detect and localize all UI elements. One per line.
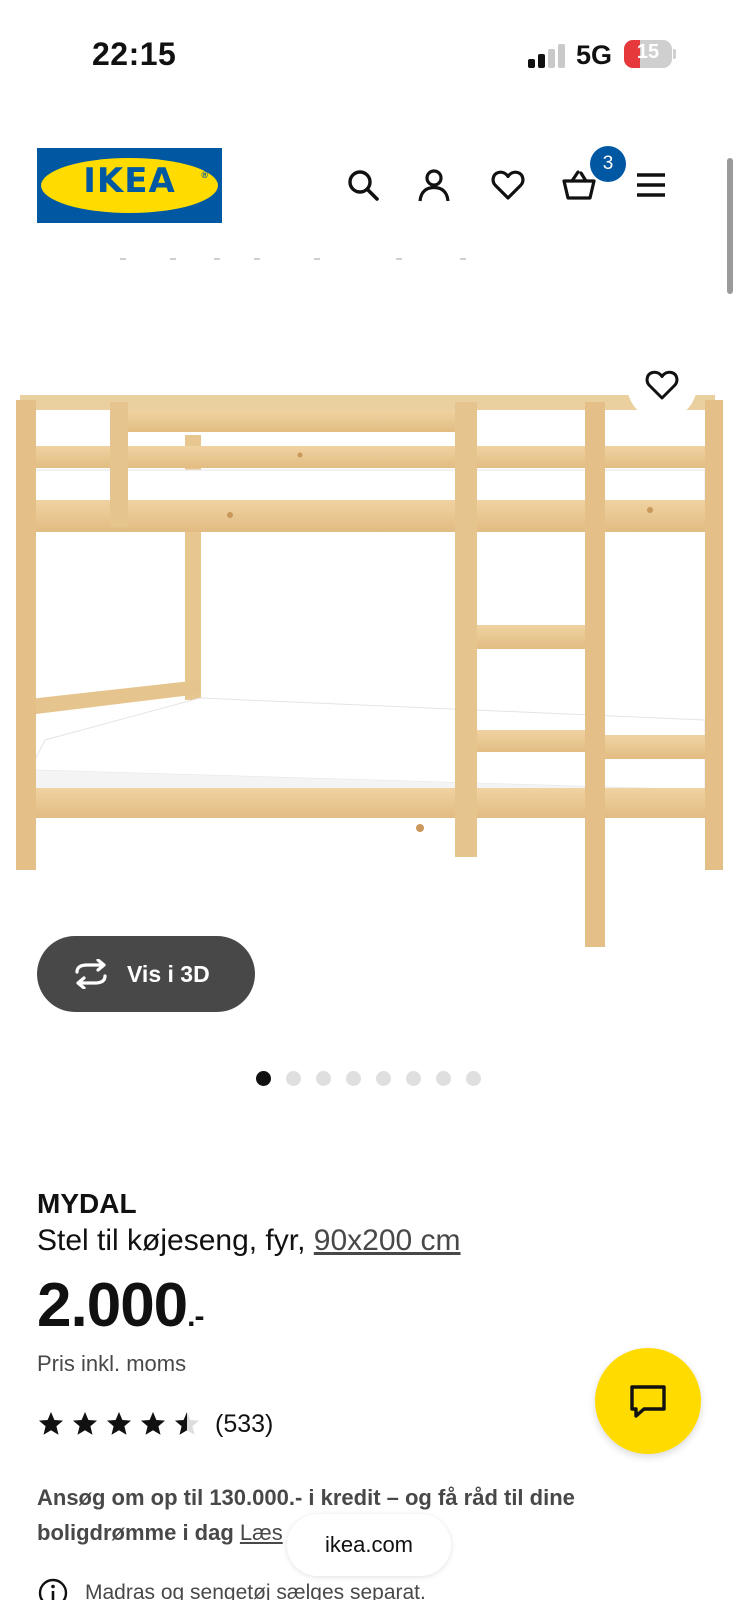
star-icon	[73, 1412, 97, 1435]
view-in-3d-button[interactable]: Vis i 3D	[37, 936, 255, 1012]
pagination-dot[interactable]	[346, 1071, 361, 1086]
star-icon	[107, 1412, 131, 1435]
logo-text: IKEA	[83, 161, 176, 201]
price-note: Pris inkl. moms	[37, 1351, 187, 1376]
chat-icon	[630, 1385, 666, 1418]
credit-read-more-link[interactable]: Læs	[240, 1520, 283, 1545]
account-icon[interactable]	[411, 162, 457, 208]
save-to-favourites-button[interactable]	[627, 350, 697, 420]
ikea-logo[interactable]: IKEA ®	[37, 148, 222, 223]
star-icon	[141, 1412, 165, 1435]
product-type: Stel til køjeseng, fyr,	[37, 1224, 314, 1257]
signal-icon	[528, 42, 568, 68]
pagination-dot[interactable]	[256, 1071, 271, 1086]
separate-sale-notice: Madras og sengetøj sælges separat.	[37, 1578, 426, 1600]
status-time: 22:15	[92, 36, 177, 72]
network-label: 5G	[576, 40, 613, 70]
status-bar: 22:15 5G 15	[0, 0, 738, 110]
pagination-dot[interactable]	[376, 1071, 391, 1086]
product-name: MYDAL	[37, 1188, 137, 1219]
battery-level: 15	[636, 41, 660, 63]
pagination-dot[interactable]	[466, 1071, 481, 1086]
pagination-dot[interactable]	[406, 1071, 421, 1086]
search-icon[interactable]	[340, 162, 386, 208]
chat-button[interactable]	[595, 1348, 701, 1454]
star-icon	[175, 1412, 199, 1435]
product-size-link[interactable]: 90x200 cm	[314, 1224, 461, 1257]
heart-icon	[645, 370, 679, 400]
logo-registered-mark: ®	[201, 170, 208, 180]
product-price: 2.000.-	[37, 1270, 205, 1341]
pagination-dot[interactable]	[436, 1071, 451, 1086]
info-icon	[38, 1578, 68, 1600]
cart-count-badge: 3	[590, 146, 626, 182]
battery-cap	[673, 49, 676, 59]
price-suffix: .-	[187, 1300, 204, 1333]
favourites-icon[interactable]	[485, 162, 531, 208]
rotate-3d-icon	[75, 959, 107, 989]
view-in-3d-label: Vis i 3D	[127, 960, 210, 987]
menu-icon[interactable]	[628, 162, 674, 208]
page-scrollbar[interactable]	[727, 158, 733, 294]
pagination-dot[interactable]	[286, 1071, 301, 1086]
price-value: 2.000	[37, 1271, 188, 1340]
battery-icon: 15	[624, 40, 672, 68]
separate-sale-text: Madras og sengetøj sælges separat.	[85, 1581, 426, 1600]
product-description: Stel til køjeseng, fyr, 90x200 cm	[37, 1224, 461, 1258]
browser-address-bar[interactable]: ikea.com	[287, 1514, 451, 1576]
pagination-dot[interactable]	[316, 1071, 331, 1086]
rating-count[interactable]: (533)	[215, 1410, 273, 1439]
star-icon	[39, 1412, 63, 1435]
scrolled-content-hint	[120, 258, 480, 262]
